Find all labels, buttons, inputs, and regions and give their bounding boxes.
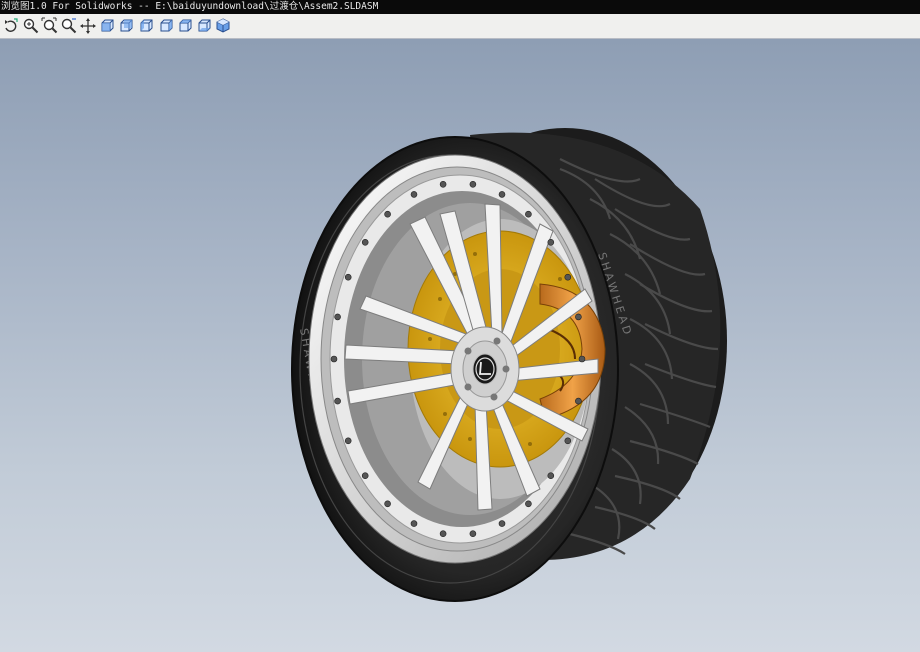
left-view-button[interactable]	[137, 17, 155, 35]
view-cube-bottom-icon	[198, 19, 211, 32]
view-cube-front-icon	[101, 19, 114, 32]
rim-bolt	[384, 210, 391, 218]
rim-bolt	[578, 355, 586, 363]
pan-button[interactable]	[79, 17, 97, 35]
right-view-button[interactable]	[157, 17, 175, 35]
rotate-icon	[5, 18, 18, 32]
top-view-button[interactable]	[176, 17, 194, 35]
rim-bolt	[498, 520, 506, 527]
view-cube-back-icon	[120, 19, 133, 32]
rotate-view-button[interactable]	[2, 17, 20, 35]
view-cube-top-icon	[179, 19, 192, 32]
zoom-area-icon	[61, 18, 77, 34]
rim-bolt	[334, 397, 341, 405]
rim-bolt	[439, 530, 447, 538]
bottom-view-button[interactable]	[195, 17, 213, 35]
view-cube-left-icon	[140, 19, 153, 32]
rim-bolt	[344, 273, 352, 281]
lexus-logo-icon	[472, 353, 498, 385]
rim-bolt	[498, 191, 506, 198]
rim-bolt	[469, 530, 477, 538]
pan-icon	[80, 18, 96, 34]
rim-bolt	[410, 191, 418, 198]
rim-bolt	[330, 355, 338, 363]
rim-bolt	[361, 472, 369, 480]
rim-bolt	[344, 437, 352, 445]
rim-bolt	[410, 520, 418, 527]
zoom-to-fit-button[interactable]	[41, 17, 59, 35]
rim-bolt	[525, 500, 532, 508]
zoom-icon	[23, 18, 39, 34]
view-cube-iso-icon	[216, 18, 230, 33]
rim-bolt	[525, 210, 532, 218]
rim-bolt	[564, 437, 572, 445]
zoom-button[interactable]	[22, 17, 40, 35]
front-view-button[interactable]	[98, 17, 116, 35]
window-title-bar: 浏览图1.0 For Solidworks -- E:\baiduyundown…	[0, 0, 920, 14]
rim-bolt	[564, 273, 572, 281]
window-title: 浏览图1.0 For Solidworks -- E:\baiduyundown…	[1, 1, 379, 12]
rim-bolt	[384, 500, 391, 508]
back-view-button[interactable]	[117, 17, 135, 35]
3d-viewport[interactable]: SHAWHEAD SHAWHEAD	[0, 39, 920, 652]
rim-bolt	[547, 239, 555, 246]
view-toolbar	[0, 14, 920, 39]
view-cube-right-icon	[160, 19, 173, 32]
rim-bolt	[575, 313, 582, 321]
isometric-view-button[interactable]	[214, 17, 232, 35]
rim-bolt	[334, 313, 341, 321]
rim-bolt	[361, 239, 369, 246]
rim-bolt	[575, 397, 582, 405]
rim-bolt	[547, 472, 555, 480]
wheel-assembly-model: SHAWHEAD SHAWHEAD	[291, 128, 727, 602]
zoom-area-button[interactable]	[60, 17, 78, 35]
rim-bolt	[439, 181, 447, 188]
zoom-fit-icon	[41, 17, 58, 34]
rim-bolt	[469, 181, 477, 188]
